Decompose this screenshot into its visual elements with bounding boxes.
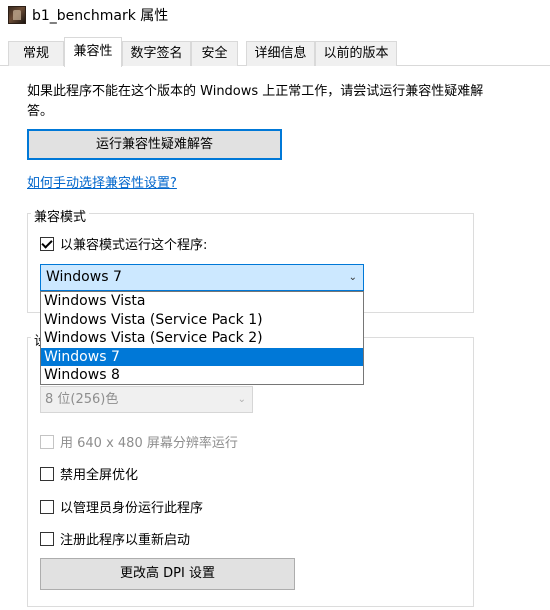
- tab-previous-versions[interactable]: 以前的版本: [315, 41, 397, 66]
- restart-row[interactable]: 注册此程序以重新启动: [40, 529, 190, 548]
- admin-label: 以管理员身份运行此程序: [60, 501, 204, 516]
- option-windows-7[interactable]: Windows 7: [41, 347, 363, 366]
- compat-mode-label: 以兼容模式运行这个程序:: [60, 238, 208, 253]
- compat-mode-legend: 兼容模式: [31, 206, 90, 225]
- tab-general[interactable]: 常规: [8, 41, 64, 66]
- option-windows-8[interactable]: Windows 8: [41, 366, 363, 385]
- restart-label: 注册此程序以重新启动: [60, 533, 191, 548]
- resolution-row[interactable]: 用 640 x 480 屏幕分辨率运行: [40, 432, 238, 451]
- compat-mode-checkbox[interactable]: [40, 236, 54, 251]
- fullscreen-label: 禁用全屏优化: [60, 468, 139, 483]
- tab-details[interactable]: 详细信息: [246, 41, 315, 66]
- option-windows-vista-sp2[interactable]: Windows Vista (Service Pack 2): [41, 329, 363, 348]
- admin-row[interactable]: 以管理员身份运行此程序: [40, 497, 203, 516]
- chevron-down-icon: ⌄: [348, 272, 357, 283]
- compat-mode-row[interactable]: 以兼容模式运行这个程序:: [40, 234, 207, 253]
- change-dpi-button[interactable]: 更改高 DPI 设置: [40, 558, 295, 590]
- restart-checkbox[interactable]: [40, 531, 54, 546]
- compat-mode-dropdown: Windows Vista Windows Vista (Service Pac…: [40, 291, 364, 385]
- compat-mode-select[interactable]: Windows 7 ⌄: [40, 264, 364, 291]
- color-mode-value: 8 位(256)色: [45, 392, 119, 407]
- intro-text: 如果此程序不能在这个版本的 Windows 上正常工作，请尝试运行兼容性疑难解答…: [27, 84, 484, 119]
- manual-settings-link[interactable]: 如何手动选择兼容性设置?: [27, 172, 177, 191]
- resolution-checkbox[interactable]: [40, 434, 54, 449]
- app-icon: [8, 6, 26, 24]
- fullscreen-row[interactable]: 禁用全屏优化: [40, 464, 138, 483]
- resolution-label: 用 640 x 480 屏幕分辨率运行: [60, 436, 238, 451]
- tab-bar: 常规 兼容性 数字签名 安全 详细信息 以前的版本: [0, 37, 550, 67]
- fullscreen-checkbox[interactable]: [40, 466, 54, 481]
- tab-compatibility[interactable]: 兼容性: [64, 37, 122, 67]
- compatibility-panel: 如果此程序不能在这个版本的 Windows 上正常工作，请尝试运行兼容性疑难解答…: [0, 66, 550, 610]
- title-bar: b1_benchmark 属性: [0, 0, 550, 30]
- tab-digital-signatures[interactable]: 数字签名: [122, 41, 191, 66]
- compat-mode-select-value: Windows 7: [46, 269, 122, 285]
- option-windows-vista[interactable]: Windows Vista: [41, 292, 363, 311]
- color-mode-select[interactable]: 8 位(256)色 ⌄: [40, 386, 253, 413]
- tab-security[interactable]: 安全: [191, 41, 238, 66]
- troubleshoot-button[interactable]: 运行兼容性疑难解答: [27, 129, 282, 160]
- window-title: b1_benchmark 属性: [32, 8, 169, 24]
- admin-checkbox[interactable]: [40, 499, 54, 514]
- chevron-down-icon: ⌄: [237, 394, 246, 405]
- option-windows-vista-sp1[interactable]: Windows Vista (Service Pack 1): [41, 311, 363, 330]
